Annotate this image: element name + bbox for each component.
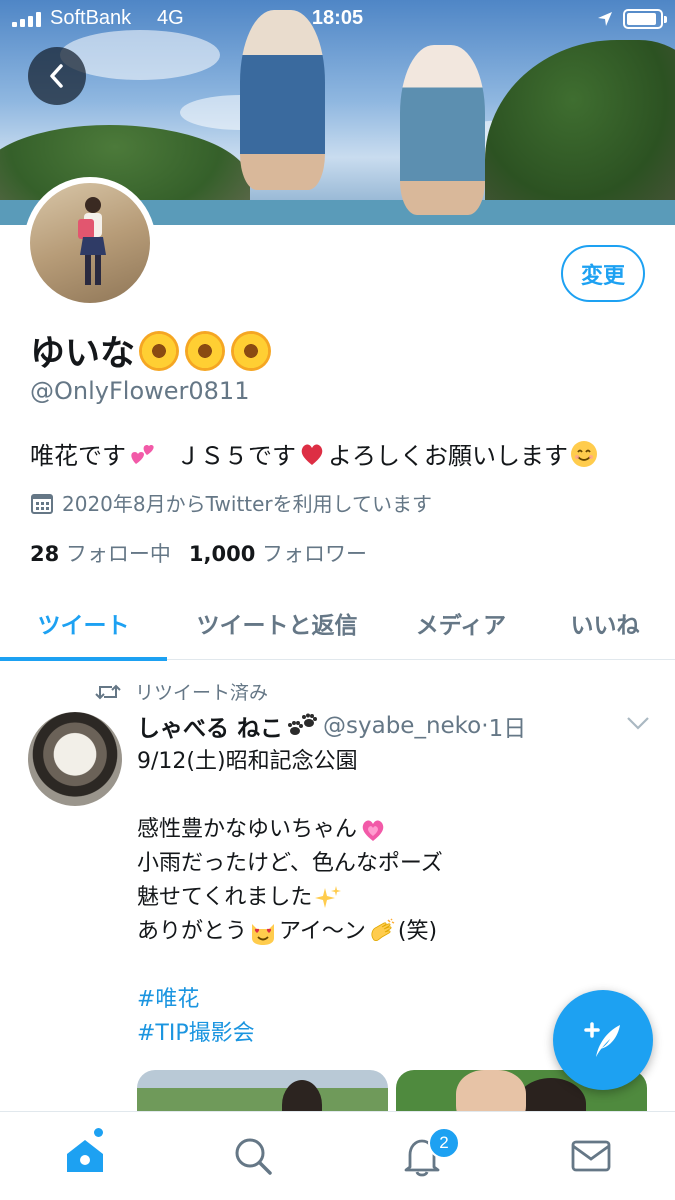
avatar-photo [78, 197, 106, 285]
back-arrow-icon [50, 64, 63, 88]
tweet-options-button[interactable] [626, 715, 650, 735]
tab-media[interactable]: メディア [387, 585, 535, 660]
back-button[interactable] [28, 47, 86, 105]
nav-home[interactable] [63, 1134, 107, 1178]
tab-tweets[interactable]: ツイート [0, 585, 167, 661]
paw-prints-icon [288, 713, 318, 735]
tweet-author-handle[interactable]: @syabe_neko [323, 713, 481, 739]
followers-label: フォロワー [262, 542, 368, 566]
display-name-text: ゆいな [30, 334, 136, 374]
retweet-icon [95, 684, 121, 699]
growing-heart-icon [362, 820, 384, 841]
nav-search[interactable] [231, 1134, 275, 1178]
tweet-author-avatar[interactable] [28, 712, 122, 806]
tweet-timestamp[interactable]: 1日 [489, 709, 527, 743]
bio-text-3: よろしくお願いします [328, 442, 568, 470]
heart-eyes-cat-icon [252, 924, 275, 945]
hashtag-link[interactable]: #TIP撮影会 [137, 1017, 255, 1051]
followers-count: 1,000 [188, 542, 256, 566]
tweet-line: 9/12(土)昭和記念公園 [137, 749, 358, 774]
followers-link[interactable]: 1,000 フォロワー [189, 538, 367, 568]
tweet-line: (笑) [397, 919, 438, 944]
display-name: ゆいな [30, 325, 272, 376]
tab-tweets-and-replies[interactable]: ツイートと返信 [167, 585, 387, 660]
tweet-text: 9/12(土)昭和記念公園 感性豊かなゆいちゃん 小雨だったけど、色んなポーズ … [137, 745, 443, 1051]
profile-bio: 唯花です ＪＳ５です よろしくお願いします [30, 436, 600, 471]
compose-tweet-button[interactable] [553, 990, 653, 1090]
join-date: 2020年8月からTwitterを利用しています [30, 488, 432, 517]
home-unread-dot [94, 1128, 103, 1137]
sunflower-icon [139, 330, 180, 371]
home-icon [67, 1140, 103, 1172]
sunflower-icon [185, 330, 226, 371]
profile-tabs: ツイート ツイートと返信 メディア いいね [0, 585, 675, 661]
sparkles-icon [315, 886, 342, 908]
retweet-label: リツイート済み [135, 682, 269, 704]
follow-stats: 28 フォロー中 1,000 フォロワー [30, 538, 367, 568]
status-bar: SoftBank 4G 18:05 [0, 0, 675, 40]
clapping-hands-icon [371, 918, 395, 942]
tweet-author-name[interactable]: しゃべる ねこ [137, 709, 283, 743]
red-heart-icon [301, 443, 323, 465]
notifications-badge: 2 [428, 1127, 460, 1159]
profile-handle: @OnlyFlower0811 [30, 377, 250, 405]
bio-text-1: 唯花です [30, 442, 126, 470]
tab-likes[interactable]: いいね [535, 585, 675, 660]
tweet-line: ありがとう [137, 919, 248, 944]
battery-icon [623, 9, 667, 29]
tweet-line: 感性豊かなゆいちゃん [137, 817, 358, 842]
hashtag-link[interactable]: #唯花 [137, 983, 199, 1017]
bottom-navigation [0, 1111, 675, 1200]
sunflower-icon [231, 330, 272, 371]
sunflower-emoji-group [139, 330, 272, 371]
profile-avatar[interactable] [24, 177, 156, 309]
search-icon [235, 1138, 272, 1175]
tweet-line: アイ～ン [279, 919, 366, 944]
tweet-line: 小雨だったけど、色んなポーズ [137, 851, 443, 876]
tweet-meta-separator: · [481, 713, 489, 739]
following-count: 28 [30, 542, 60, 566]
clock: 18:05 [311, 7, 364, 29]
retweet-indicator: リツイート済み [95, 678, 268, 705]
mail-icon [571, 1140, 611, 1172]
following-link[interactable]: 28 フォロー中 [30, 538, 171, 568]
tweet-line: 魅せてくれました [137, 885, 313, 910]
tweet-header: しゃべる ねこ @syabe_neko · 1日 [137, 709, 526, 743]
bio-text-2: ＪＳ５です [176, 442, 296, 470]
following-label: フォロー中 [65, 542, 171, 566]
calendar-icon [31, 493, 53, 514]
compose-icon [584, 1022, 620, 1057]
edit-profile-button[interactable]: 変更 [561, 245, 645, 302]
two-hearts-icon [131, 444, 154, 464]
chevron-down-icon [627, 717, 649, 730]
smiling-face-icon [571, 440, 597, 467]
nav-messages[interactable] [569, 1134, 613, 1178]
join-date-text: 2020年8月からTwitterを利用しています [62, 492, 433, 516]
location-arrow-icon [597, 10, 613, 33]
